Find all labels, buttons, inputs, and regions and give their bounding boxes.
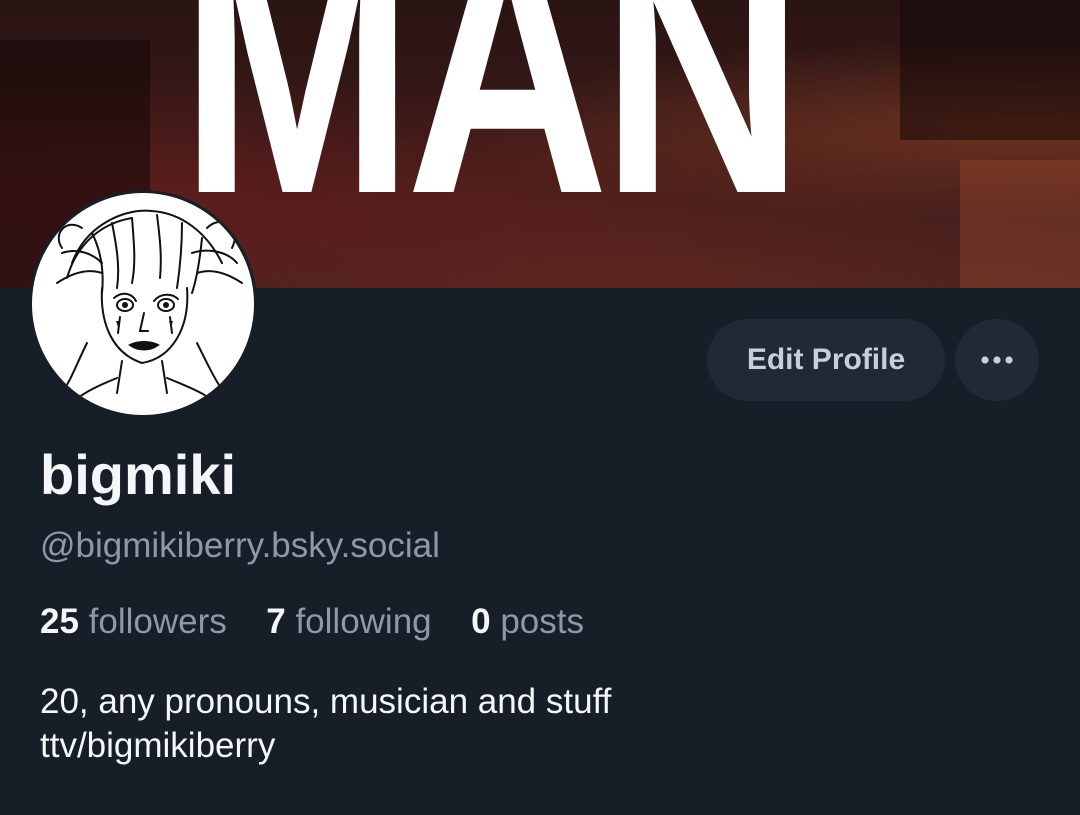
profile-bio: 20, any pronouns, musician and stuff ttv… <box>40 680 611 768</box>
bio-line: 20, any pronouns, musician and stuff <box>40 682 612 721</box>
followers-count: 25 <box>40 602 79 641</box>
user-handle: @bigmikiberry.bsky.social <box>40 526 440 565</box>
following-stat[interactable]: 7 following <box>257 602 442 641</box>
ellipsis-icon <box>981 356 1013 364</box>
display-name: bigmiki <box>40 443 237 506</box>
posts-label: posts <box>500 602 584 641</box>
avatar-drawing <box>32 193 254 415</box>
banner-text: MAN <box>180 0 804 269</box>
profile-stats: 25 followers 7 following 0 posts <box>40 600 584 644</box>
bio-link: ttv/bigmikiberry <box>40 726 276 765</box>
followers-label: followers <box>88 602 227 641</box>
following-count: 7 <box>266 602 286 641</box>
more-options-button[interactable] <box>955 319 1039 401</box>
edit-profile-label: Edit Profile <box>746 343 906 376</box>
posts-stat: 0 posts <box>461 602 584 641</box>
following-label: following <box>295 602 432 641</box>
followers-stat[interactable]: 25 followers <box>40 602 237 641</box>
posts-count: 0 <box>471 602 491 641</box>
avatar[interactable] <box>29 190 257 418</box>
edit-profile-button[interactable]: Edit Profile <box>707 319 945 401</box>
